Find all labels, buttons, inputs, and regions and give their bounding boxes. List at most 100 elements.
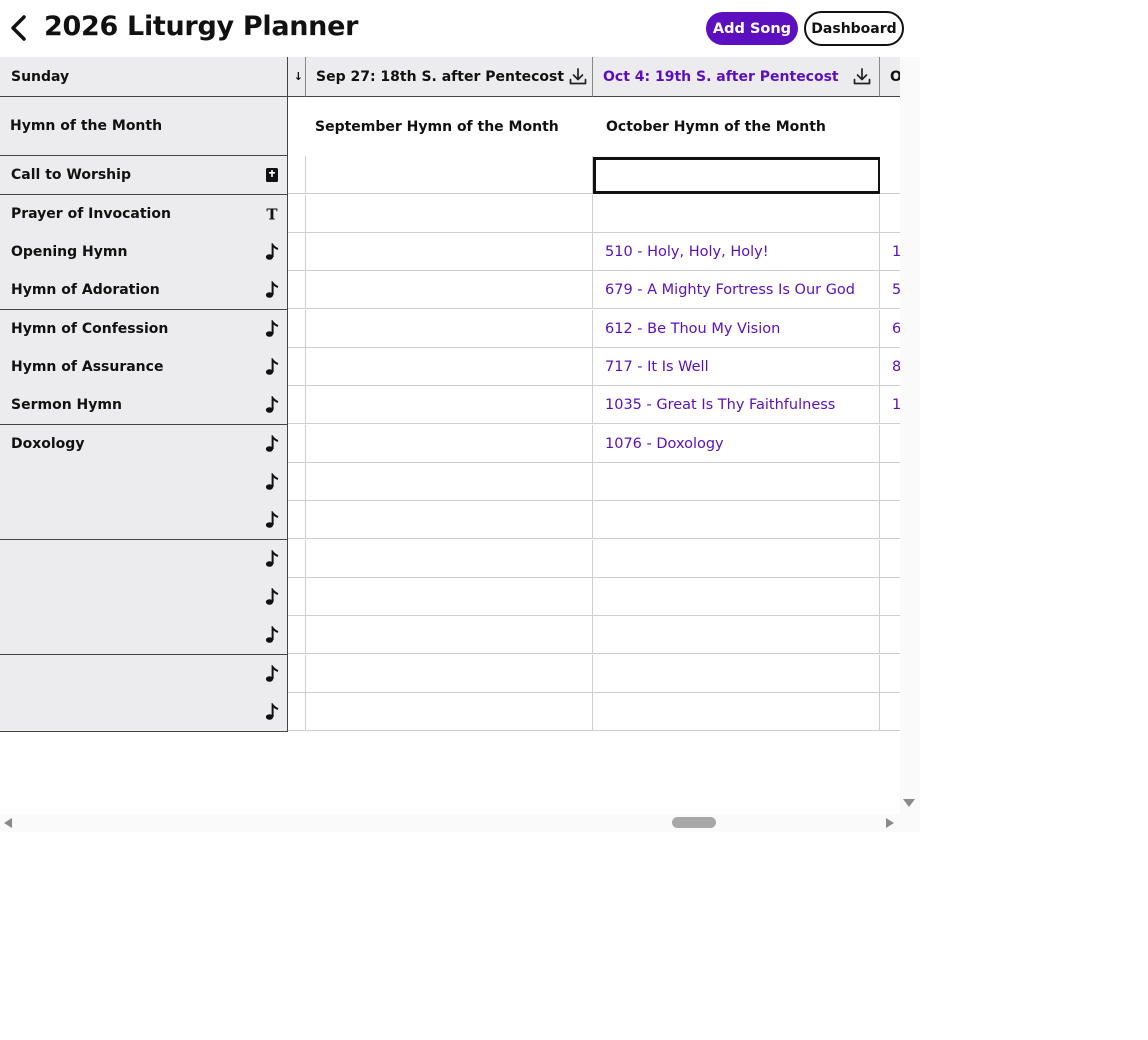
- song-cell[interactable]: [306, 271, 593, 309]
- song-cell[interactable]: [288, 578, 306, 616]
- text-icon[interactable]: T: [257, 206, 287, 222]
- music-note-icon[interactable]: [257, 358, 287, 376]
- song-cell[interactable]: [880, 463, 900, 501]
- song-cell[interactable]: [880, 616, 900, 654]
- song-cell[interactable]: [306, 310, 593, 348]
- service-row-label[interactable]: [0, 693, 288, 732]
- service-row-label[interactable]: Hymn of Adoration: [0, 271, 288, 310]
- hymn-of-month-cell[interactable]: [880, 97, 900, 156]
- download-icon[interactable]: ↓: [294, 70, 305, 83]
- hymn-of-month-cell[interactable]: September Hymn of the Month: [306, 97, 593, 156]
- download-icon[interactable]: [564, 57, 592, 96]
- service-row-label[interactable]: Call to Worship: [0, 156, 288, 195]
- song-cell[interactable]: [306, 463, 593, 501]
- song-cell[interactable]: [306, 425, 593, 463]
- scroll-down-arrow-icon[interactable]: [903, 799, 915, 807]
- song-cell[interactable]: [593, 616, 880, 654]
- service-row-label[interactable]: [0, 501, 288, 540]
- song-cell[interactable]: [288, 156, 306, 194]
- song-cell[interactable]: [288, 271, 306, 309]
- sunday-column-header[interactable]: O: [880, 57, 900, 97]
- music-note-icon[interactable]: [257, 550, 287, 568]
- scroll-left-arrow-icon[interactable]: [4, 818, 12, 828]
- song-cell[interactable]: [288, 501, 306, 539]
- song-cell[interactable]: [306, 540, 593, 578]
- sunday-column-header[interactable]: Sep 27: 18th S. after Pentecost: [306, 57, 593, 97]
- song-cell[interactable]: [288, 310, 306, 348]
- song-cell[interactable]: [288, 233, 306, 271]
- song-cell[interactable]: [306, 195, 593, 233]
- song-cell[interactable]: [880, 655, 900, 693]
- song-cell[interactable]: [306, 348, 593, 386]
- sunday-column-header[interactable]: Oct 4: 19th S. after Pentecost: [593, 57, 880, 97]
- service-row-label[interactable]: Doxology: [0, 425, 288, 464]
- music-note-icon[interactable]: [257, 243, 287, 261]
- song-cell[interactable]: [593, 195, 880, 233]
- scrollbar-thumb[interactable]: [672, 817, 716, 828]
- song-cell[interactable]: 5: [880, 271, 900, 309]
- service-row-label[interactable]: Hymn of Confession: [0, 310, 288, 349]
- song-cell[interactable]: 510 - Holy, Holy, Holy!: [593, 233, 880, 271]
- song-cell[interactable]: 1: [880, 386, 900, 424]
- music-note-icon[interactable]: [257, 473, 287, 491]
- song-cell[interactable]: 679 - A Mighty Fortress Is Our God: [593, 271, 880, 309]
- song-cell[interactable]: 612 - Be Thou My Vision: [593, 310, 880, 348]
- song-cell[interactable]: [306, 693, 593, 731]
- music-note-icon[interactable]: [257, 626, 287, 644]
- back-button[interactable]: [8, 14, 30, 42]
- music-note-icon[interactable]: [257, 703, 287, 721]
- song-cell[interactable]: [880, 195, 900, 233]
- horizontal-scrollbar[interactable]: [0, 814, 920, 832]
- song-cell[interactable]: [288, 540, 306, 578]
- song-cell[interactable]: [288, 463, 306, 501]
- service-row-label[interactable]: Opening Hymn: [0, 233, 288, 272]
- song-cell[interactable]: [880, 578, 900, 616]
- service-row-label[interactable]: Hymn of Assurance: [0, 348, 288, 387]
- song-cell[interactable]: 1076 - Doxology: [593, 425, 880, 463]
- song-cell[interactable]: [306, 386, 593, 424]
- song-cell[interactable]: 8: [880, 348, 900, 386]
- music-note-icon[interactable]: [257, 588, 287, 606]
- add-song-button[interactable]: Add Song: [706, 12, 798, 45]
- song-cell[interactable]: [288, 195, 306, 233]
- song-cell[interactable]: [880, 156, 900, 194]
- song-cell[interactable]: [288, 693, 306, 731]
- music-note-icon[interactable]: [257, 320, 287, 338]
- song-cell[interactable]: [306, 578, 593, 616]
- service-row-label[interactable]: Sermon Hymn: [0, 386, 288, 425]
- song-cell[interactable]: 1035 - Great Is Thy Faithfulness: [593, 386, 880, 424]
- music-note-icon[interactable]: [257, 435, 287, 453]
- song-cell[interactable]: [880, 425, 900, 463]
- song-cell[interactable]: [306, 501, 593, 539]
- song-cell[interactable]: [288, 386, 306, 424]
- dashboard-button[interactable]: Dashboard: [804, 11, 904, 46]
- service-row-label[interactable]: [0, 463, 288, 502]
- service-row-label[interactable]: [0, 578, 288, 617]
- song-cell[interactable]: [593, 540, 880, 578]
- song-cell[interactable]: [593, 157, 881, 194]
- hymn-of-month-cell[interactable]: October Hymn of the Month: [593, 97, 880, 156]
- song-cell[interactable]: [593, 693, 880, 731]
- hymn-of-month-cell[interactable]: [288, 97, 306, 156]
- song-cell[interactable]: [593, 578, 880, 616]
- vertical-scrollbar[interactable]: [900, 57, 920, 814]
- song-cell[interactable]: [306, 156, 593, 194]
- song-cell[interactable]: [593, 463, 880, 501]
- song-cell[interactable]: 717 - It Is Well: [593, 348, 880, 386]
- song-cell[interactable]: [288, 348, 306, 386]
- song-cell[interactable]: [880, 501, 900, 539]
- music-note-icon[interactable]: [257, 665, 287, 683]
- download-icon[interactable]: [845, 57, 879, 96]
- music-note-icon[interactable]: [257, 396, 287, 414]
- service-row-label[interactable]: [0, 616, 288, 655]
- song-cell[interactable]: 6: [880, 310, 900, 348]
- song-cell[interactable]: 1: [880, 233, 900, 271]
- song-cell[interactable]: [288, 655, 306, 693]
- song-cell[interactable]: [306, 655, 593, 693]
- service-row-label[interactable]: Prayer of Invocation T: [0, 195, 288, 234]
- song-cell[interactable]: [306, 616, 593, 654]
- song-cell[interactable]: [593, 501, 880, 539]
- music-note-icon[interactable]: [257, 281, 287, 299]
- service-row-label[interactable]: [0, 540, 288, 579]
- song-cell[interactable]: [593, 655, 880, 693]
